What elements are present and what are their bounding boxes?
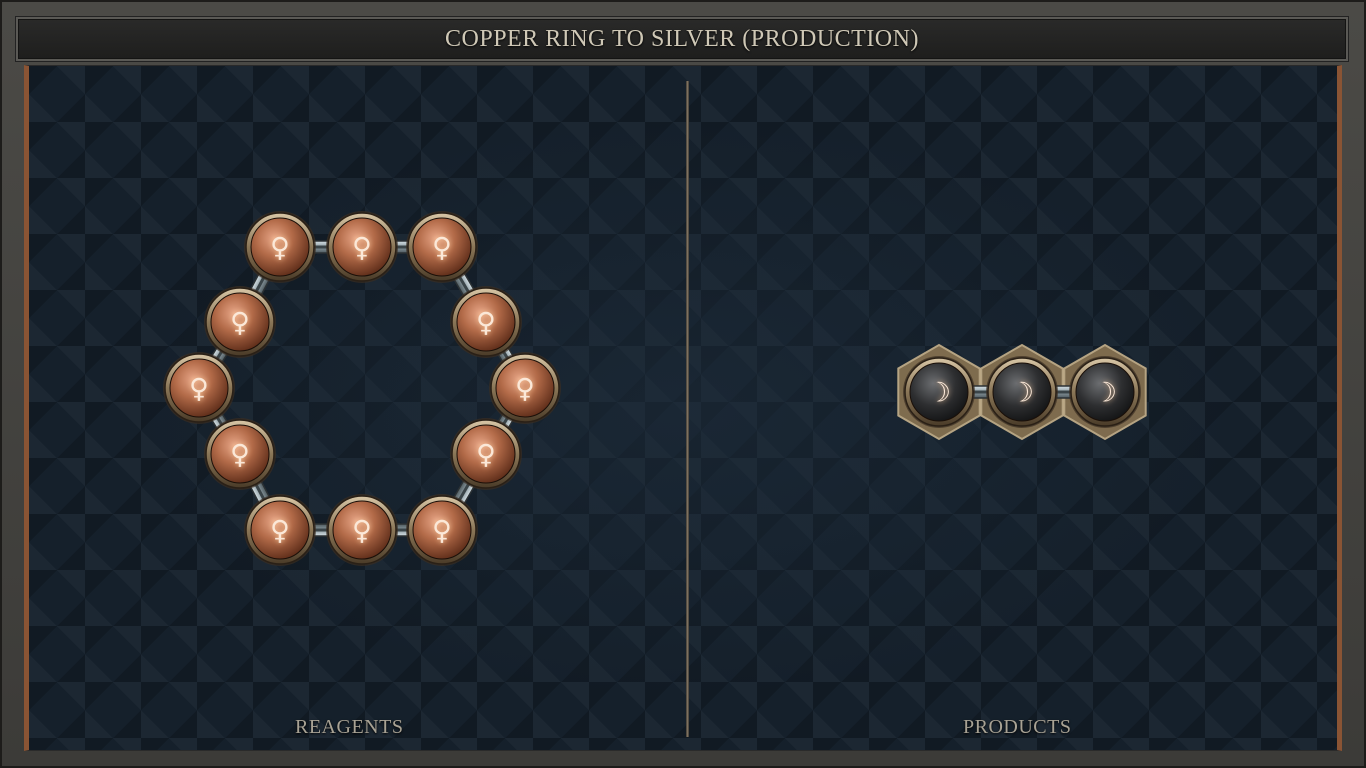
section-divider [686,81,689,737]
products-label: PRODUCTS [963,716,1072,738]
element-symbol: ♀ [189,374,209,405]
element-symbol: ♀ [230,308,250,339]
element-symbol: ♀ [270,233,290,264]
reagents-label: REAGENTS [295,716,404,738]
copper-atom[interactable]: ♀ [450,286,522,358]
copper-atom[interactable]: ♀ [450,418,522,490]
reagent-molecule: ♀ ♀ ♀ ♀ ♀ ♀ ♀ ♀ ♀ ♀ ♀ ♀ [163,211,561,566]
silver-atom[interactable]: ☽ [1069,356,1141,428]
element-symbol: ♀ [432,233,452,264]
page-title: COPPER RING TO SILVER (PRODUCTION) [445,25,919,52]
copper-atom[interactable]: ♀ [204,286,276,358]
copper-atom[interactable]: ♀ [326,494,398,566]
product-molecule: ☽ ☽ ☽ [897,343,1147,441]
copper-atom[interactable]: ♀ [326,211,398,283]
element-symbol: ♀ [476,440,496,471]
element-symbol: ♀ [230,440,250,471]
element-symbol: ♀ [352,516,372,547]
silver-atom[interactable]: ☽ [986,356,1058,428]
copper-atom[interactable]: ♀ [406,211,478,283]
puzzle-board: ♀ ♀ ♀ ♀ ♀ ♀ ♀ ♀ ♀ ♀ ♀ ♀ ☽ ☽ ☽ REAGENTS PRODUCTS [24,65,1342,751]
copper-atom[interactable]: ♀ [406,494,478,566]
element-symbol: ♀ [432,516,452,547]
copper-atom[interactable]: ♀ [204,418,276,490]
copper-atom[interactable]: ♀ [489,352,561,424]
element-symbol: ♀ [352,233,372,264]
element-symbol: ☽ [1010,378,1034,409]
copper-atom[interactable]: ♀ [163,352,235,424]
element-symbol: ☽ [1093,378,1117,409]
element-symbol: ♀ [515,374,535,405]
element-symbol: ♀ [270,516,290,547]
element-symbol: ♀ [476,308,496,339]
copper-atom[interactable]: ♀ [244,494,316,566]
copper-atom[interactable]: ♀ [244,211,316,283]
title-bar: COPPER RING TO SILVER (PRODUCTION) [16,17,1348,61]
element-symbol: ☽ [927,378,951,409]
silver-atom[interactable]: ☽ [903,356,975,428]
